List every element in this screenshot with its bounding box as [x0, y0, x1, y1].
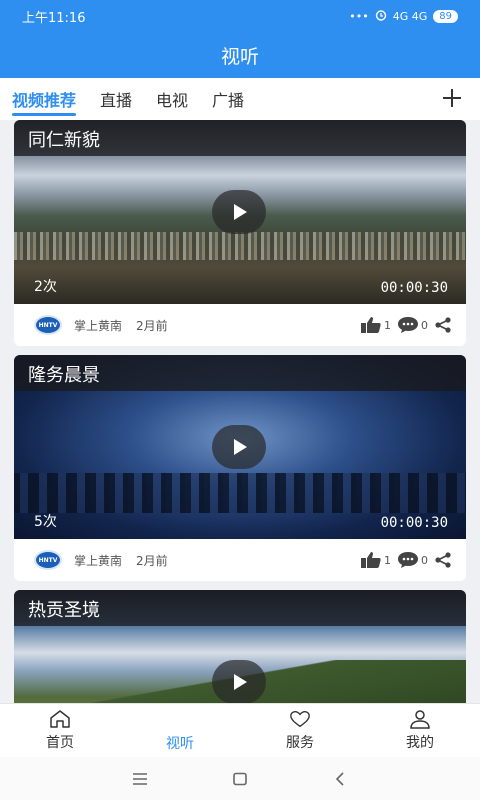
page-header: 视听: [0, 32, 480, 78]
bottom-navigation: 首页 视听 服务 我的: [0, 703, 480, 757]
nav-audio-video[interactable]: 视听: [120, 704, 240, 757]
add-channel-button[interactable]: [438, 84, 466, 112]
view-count: 2次: [34, 279, 57, 295]
publish-time: 2月前: [136, 318, 168, 333]
nav-profile[interactable]: 我的: [360, 704, 480, 757]
video-thumbnail[interactable]: 同仁新貌 2次 00:00:30: [14, 120, 466, 304]
video-duration: 00:00:30: [380, 515, 448, 531]
video-feed[interactable]: 同仁新貌 2次 00:00:30 HNTV 掌上黄南 2月前 1 0 隆务晨景 …: [0, 120, 480, 703]
alarm-icon: [375, 9, 387, 24]
network-label: 4G 4G: [392, 9, 428, 23]
battery-indicator: 89: [433, 9, 458, 23]
user-icon: [410, 710, 430, 729]
comment-button[interactable]: 0: [397, 316, 428, 334]
video-meta: HNTV 掌上黄南 2月前 1 0: [14, 539, 466, 581]
tab-video-recommend[interactable]: 视频推荐: [12, 78, 77, 120]
comment-icon: [398, 552, 418, 568]
status-indicators: ••• 4G 4G 89: [349, 9, 458, 24]
video-actions: 1 0: [360, 551, 452, 569]
share-button[interactable]: [434, 552, 452, 568]
nav-home[interactable]: 首页: [0, 704, 120, 757]
like-count: 1: [384, 553, 391, 567]
tab-live[interactable]: 直播: [100, 78, 132, 120]
like-button[interactable]: 1: [360, 551, 391, 569]
comment-icon: [398, 317, 418, 333]
comment-count: 0: [421, 318, 428, 332]
status-dots: •••: [349, 9, 369, 23]
video-thumbnail[interactable]: 热贡圣境: [14, 590, 466, 703]
video-card[interactable]: 同仁新貌 2次 00:00:30 HNTV 掌上黄南 2月前 1 0: [14, 120, 466, 346]
home-icon: [50, 710, 70, 728]
nav-profile-label: 我的: [406, 735, 434, 751]
nav-home-label: 首页: [46, 735, 74, 751]
heart-icon: [290, 710, 310, 728]
home-square-icon[interactable]: [232, 772, 248, 786]
thumbs-up-icon: [361, 317, 381, 333]
video-duration: 00:00:30: [380, 280, 448, 296]
video-title: 同仁新貌: [28, 130, 100, 151]
comment-count: 0: [421, 553, 428, 567]
back-icon[interactable]: [332, 771, 348, 786]
nav-audio-video-label: 视听: [166, 736, 194, 752]
comment-button[interactable]: 0: [397, 551, 428, 569]
like-count: 1: [384, 318, 391, 332]
share-icon: [435, 552, 451, 568]
thumbs-up-icon: [361, 552, 381, 568]
nav-service-label: 服务: [286, 735, 314, 751]
system-navigation-bar: [0, 757, 480, 800]
share-icon: [435, 317, 451, 333]
tab-radio[interactable]: 广播: [212, 78, 244, 120]
publish-time: 2月前: [136, 553, 168, 568]
video-card[interactable]: 隆务晨景 5次 00:00:30 HNTV 掌上黄南 2月前 1 0: [14, 355, 466, 581]
source-name: 掌上黄南: [74, 318, 123, 333]
tab-tv[interactable]: 电视: [156, 78, 188, 120]
video-actions: 1 0: [360, 316, 452, 334]
nav-service[interactable]: 服务: [240, 704, 360, 757]
video-title: 隆务晨景: [28, 365, 100, 386]
source-name: 掌上黄南: [74, 553, 123, 568]
share-button[interactable]: [434, 317, 452, 333]
thumbnail-scenery: [14, 232, 466, 260]
play-button[interactable]: [212, 425, 266, 469]
thumbnail-scenery: [14, 473, 466, 513]
view-count: 5次: [34, 514, 57, 530]
play-icon: [234, 204, 247, 220]
video-card[interactable]: 热贡圣境: [14, 590, 466, 703]
play-icon: [234, 674, 247, 690]
video-meta: HNTV 掌上黄南 2月前 1 0: [14, 304, 466, 346]
page-title: 视听: [220, 45, 259, 68]
play-icon: [234, 439, 247, 455]
category-tabs: 视频推荐 直播 电视 广播: [0, 78, 480, 120]
menu-icon[interactable]: [132, 772, 148, 786]
like-button[interactable]: 1: [360, 316, 391, 334]
play-button[interactable]: [212, 190, 266, 234]
status-time: 上午11:16: [22, 10, 86, 26]
source-logo: HNTV: [34, 315, 62, 335]
status-bar: 上午11:16 ••• 4G 4G 89: [0, 0, 480, 32]
source-logo: HNTV: [34, 550, 62, 570]
play-button[interactable]: [212, 660, 266, 703]
video-title: 热贡圣境: [28, 600, 100, 621]
video-thumbnail[interactable]: 隆务晨景 5次 00:00:30: [14, 355, 466, 539]
